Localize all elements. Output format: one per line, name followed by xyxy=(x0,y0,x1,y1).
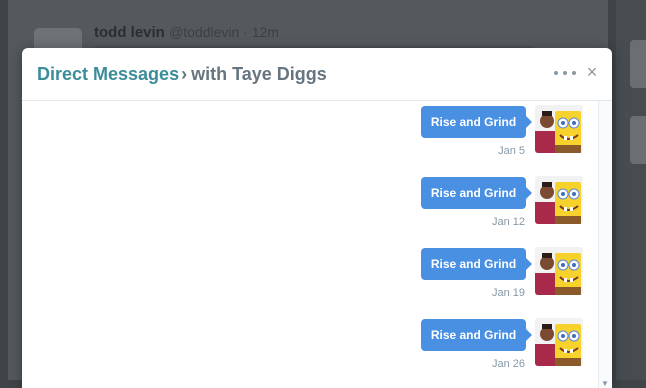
background-right-avatar xyxy=(630,116,646,164)
more-dots-icon xyxy=(572,71,576,75)
background-right-column xyxy=(616,0,646,380)
conversation-title: with Taye Diggs xyxy=(191,64,327,84)
background-right-avatar xyxy=(630,40,646,88)
more-dots-icon xyxy=(563,71,567,75)
sender-avatar[interactable] xyxy=(535,247,583,295)
message-thread[interactable]: Rise and Grind Jan 5 Rise and Grind Jan … xyxy=(22,101,612,388)
breadcrumb-separator: › xyxy=(181,64,188,84)
sender-avatar[interactable] xyxy=(535,318,583,366)
sender-avatar[interactable] xyxy=(535,176,583,224)
sender-avatar[interactable] xyxy=(535,105,583,153)
message-bubble[interactable]: Rise and Grind xyxy=(421,319,532,351)
background-tweet-handle: @toddlevin · 12m xyxy=(169,24,279,40)
more-dots-icon xyxy=(554,71,558,75)
message-item: Rise and Grind Jan 19 xyxy=(22,243,598,313)
direct-messages-link[interactable]: Direct Messages xyxy=(37,64,179,84)
message-date: Jan 5 xyxy=(498,145,525,157)
direct-messages-modal: Direct Messages › with Taye Diggs × Rise a… xyxy=(22,48,612,388)
scroll-down-icon[interactable]: ▼ xyxy=(601,379,609,388)
message-date: Jan 26 xyxy=(491,358,525,370)
modal-title: Direct Messages › with Taye Diggs xyxy=(37,64,327,85)
message-item: Rise and Grind Jan 5 xyxy=(22,101,598,171)
background-tweet-name: todd levin xyxy=(94,24,165,41)
message-item: Rise and Grind Jan 26 xyxy=(22,314,598,384)
close-button[interactable]: × xyxy=(584,62,600,82)
message-item: Rise and Grind Jan 12 xyxy=(22,172,598,242)
message-bubble[interactable]: Rise and Grind xyxy=(421,177,532,209)
modal-header: Direct Messages › with Taye Diggs × xyxy=(22,48,612,101)
thread-scrollbar[interactable]: ▼ xyxy=(598,101,612,388)
message-bubble[interactable]: Rise and Grind xyxy=(421,106,532,138)
background-tweet-author: todd levin @toddlevin · 12m xyxy=(94,24,279,41)
more-options-button[interactable] xyxy=(554,66,576,80)
message-date: Jan 19 xyxy=(491,287,525,299)
message-bubble[interactable]: Rise and Grind xyxy=(421,248,532,280)
message-date: Jan 12 xyxy=(491,216,525,228)
